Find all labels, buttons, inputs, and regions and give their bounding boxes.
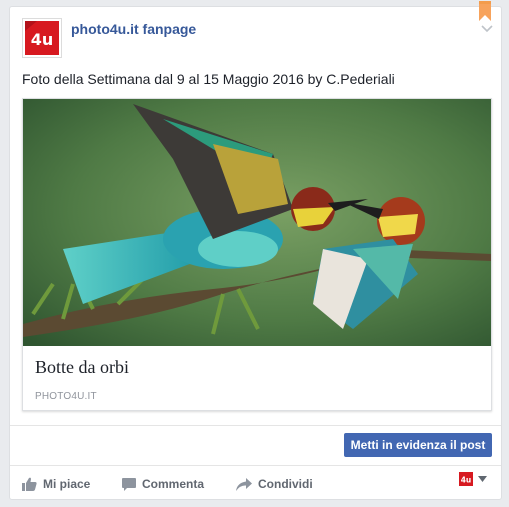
- page-avatar[interactable]: 4u: [22, 18, 62, 58]
- like-label: Mi piace: [43, 477, 91, 491]
- share-label: Condividi: [258, 477, 313, 491]
- divider: [10, 425, 501, 426]
- post-card: 4u photo4u.it fanpage Foto della Settima…: [9, 1, 502, 500]
- boost-post-button[interactable]: Metti in evidenza il post: [344, 433, 492, 457]
- chevron-down-icon[interactable]: [481, 25, 493, 33]
- link-domain: PHOTO4U.IT: [35, 391, 97, 402]
- comment-label: Commenta: [142, 477, 205, 491]
- comment-button[interactable]: Commenta: [122, 474, 204, 494]
- page-mini-avatar: 4u: [459, 472, 473, 486]
- bookmark-icon[interactable]: [479, 1, 491, 21]
- thumbs-up-icon: [22, 477, 37, 491]
- share-arrow-icon: [236, 477, 252, 491]
- bee-eaters-photo[interactable]: [23, 99, 491, 346]
- link-title[interactable]: Botte da orbi: [35, 357, 129, 378]
- post-text: Foto della Settimana dal 9 al 15 Maggio …: [22, 71, 395, 87]
- caret-down-icon: [478, 476, 487, 482]
- svg-text:4u: 4u: [461, 476, 472, 485]
- post-as-selector[interactable]: 4u: [459, 472, 487, 486]
- page-name-link[interactable]: photo4u.it fanpage: [71, 21, 196, 37]
- logo-4u-small-icon: 4u: [459, 472, 473, 486]
- share-button[interactable]: Condividi: [236, 474, 313, 494]
- svg-text:4u: 4u: [31, 30, 54, 49]
- logo-4u-icon: 4u: [25, 21, 59, 55]
- comment-icon: [122, 477, 136, 491]
- like-button[interactable]: Mi piace: [22, 474, 90, 494]
- divider: [10, 465, 501, 466]
- link-preview[interactable]: Botte da orbi PHOTO4U.IT: [22, 98, 492, 411]
